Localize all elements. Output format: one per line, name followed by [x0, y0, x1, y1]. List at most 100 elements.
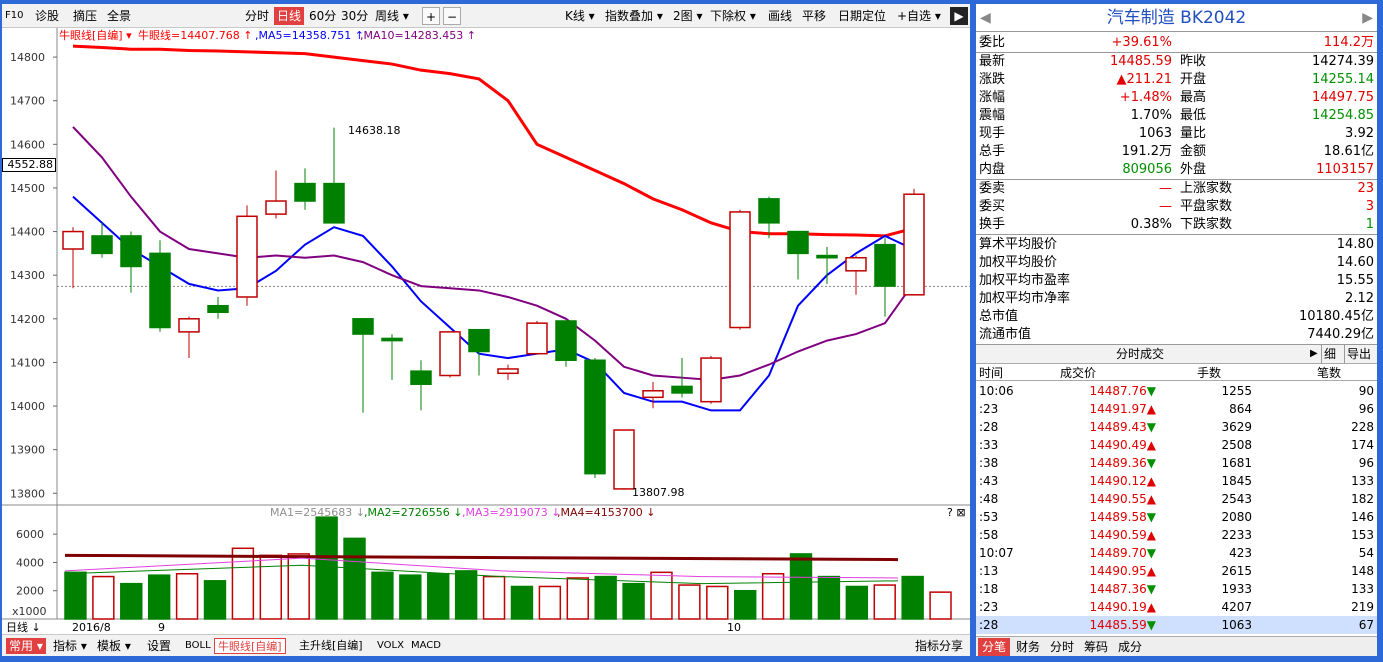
tick-volume: 3629: [1221, 420, 1252, 434]
y-tick-label: 13800: [10, 487, 45, 500]
vol-ma3-label: ,MA3=2919073 ↓: [462, 506, 560, 519]
indicator-dropdown[interactable]: 指标 ▾: [50, 638, 90, 654]
indicator-share-button[interactable]: 指标分享: [912, 638, 966, 654]
niuyan-tab[interactable]: 牛眼线[自编]: [214, 638, 286, 654]
quanjing-button[interactable]: 全景: [104, 7, 134, 25]
volume-bar: [594, 575, 617, 620]
col-volume: 手数: [1197, 366, 1222, 380]
macd-tab[interactable]: MACD: [408, 638, 444, 654]
two-chart-dropdown[interactable]: 2图 ▾: [670, 7, 705, 25]
weibi-volume: 114.2万: [1323, 35, 1374, 50]
index-overlay-dropdown[interactable]: 指数叠加 ▾: [602, 7, 666, 25]
volume-bar: [650, 571, 673, 620]
quote-label: 外盘: [1180, 162, 1207, 177]
y-tick-label: 14500: [10, 182, 45, 195]
period-weekly-dropdown[interactable]: 周线 ▾: [372, 7, 412, 25]
candle-body: [468, 328, 490, 353]
export-button[interactable]: 导出: [1344, 345, 1371, 363]
volume-bar: [929, 591, 952, 620]
volume-bar: [175, 572, 199, 620]
zhusheng-tab[interactable]: 主升线[自编]: [296, 638, 366, 654]
weibi-value: +39.61%: [1111, 35, 1172, 50]
zoom-in-button[interactable]: +: [422, 7, 440, 25]
zoom-out-button[interactable]: −: [443, 7, 461, 25]
detail-button[interactable]: 细: [1321, 345, 1336, 363]
f10-button[interactable]: F10: [2, 7, 26, 25]
quote-value: 1063: [1138, 126, 1172, 141]
breadth-label: 换手: [979, 217, 1006, 232]
pan-button[interactable]: 平移: [799, 7, 829, 25]
vol-help-icon[interactable]: ? ⊠: [947, 506, 966, 519]
period-fenshi-tab[interactable]: 分时: [242, 7, 272, 25]
period-30min-tab[interactable]: 30分: [338, 7, 371, 25]
tick-count: 96: [1358, 402, 1374, 416]
volume-bar: [817, 575, 841, 620]
add-watchlist-dropdown[interactable]: +自选 ▾: [894, 7, 944, 25]
tick-row: :23 14491.97▲ 864 96: [976, 400, 1377, 418]
valuation-row: 加权平均市净率 2.12: [976, 290, 1377, 308]
tick-time: :28: [979, 420, 999, 434]
period-60min-tab[interactable]: 60分: [306, 7, 339, 25]
niuyan-indicator-dropdown[interactable]: 牛眼线[自编] ▾: [59, 28, 132, 42]
tab-fenbi[interactable]: 分笔: [978, 638, 1011, 656]
valuation-value: 14.60: [1336, 255, 1374, 270]
volume-bar: [901, 575, 924, 620]
candle-body: [497, 368, 519, 375]
quote-value: 18.61亿: [1323, 144, 1374, 159]
candle-body: [787, 230, 809, 255]
boll-tab[interactable]: BOLL: [182, 638, 214, 654]
tab-fenshi[interactable]: 分时: [1046, 638, 1078, 656]
quote-label: 涨跌: [979, 72, 1006, 87]
quote-value: 3.92: [1345, 126, 1374, 141]
zhenggu-button[interactable]: 诊股: [32, 7, 62, 25]
kline-dropdown[interactable]: K线 ▾: [562, 7, 598, 25]
y-tick-label: 14700: [10, 95, 45, 108]
next-arrow-icon[interactable]: ▶: [1362, 4, 1373, 32]
breadth-value: 0.38%: [1130, 217, 1172, 232]
quote-value: 1103157: [1316, 162, 1374, 177]
tab-chengfen[interactable]: 成分: [1114, 638, 1146, 656]
tab-chouma[interactable]: 筹码: [1080, 638, 1112, 656]
volx-tab[interactable]: VOLX: [374, 638, 407, 654]
quote-value: 14254.85: [1311, 108, 1374, 123]
ex-rights-dropdown[interactable]: 下除权 ▾: [707, 7, 759, 25]
candle-body: [323, 182, 345, 224]
common-dropdown[interactable]: 常用 ▾: [6, 638, 46, 654]
candle: [526, 320, 548, 355]
volume-bar: [259, 554, 282, 620]
prev-arrow-icon[interactable]: ◀: [980, 4, 991, 32]
valuation-value: 15.55: [1336, 273, 1374, 288]
candle-body: [265, 200, 287, 215]
candle-body: [729, 211, 751, 329]
valuation-value: 7440.29亿: [1307, 327, 1374, 342]
volume-bar: [622, 582, 645, 620]
candle: [294, 168, 316, 210]
tick-count: 219: [1351, 600, 1374, 614]
tick-price: 14487.76▼: [1089, 384, 1157, 398]
breadth-value: 3: [1365, 199, 1374, 214]
zeya-button[interactable]: 摘压: [70, 7, 100, 25]
breadth-row: 换手 0.38% 下跌家数 1: [976, 216, 1377, 234]
period-daily-tab[interactable]: 日线: [274, 7, 305, 25]
tick-price: 14489.43▼: [1089, 420, 1157, 434]
period-label[interactable]: 日线 ↓: [6, 620, 41, 634]
weibi-row: 委比 +39.61% 114.2万: [976, 34, 1377, 52]
play-icon[interactable]: ▶: [1310, 345, 1318, 363]
next-arrow-icon[interactable]: ▶: [950, 7, 968, 25]
volume-bar: [510, 585, 534, 620]
tick-row: :58 14490.59▲ 2233 153: [976, 526, 1377, 544]
valuation-label: 加权平均市净率: [979, 291, 1071, 306]
candle: [700, 355, 722, 404]
tab-caiwu[interactable]: 财务: [1012, 638, 1044, 656]
quote-label: 内盘: [979, 162, 1006, 177]
volume-bar: [761, 572, 785, 620]
kline-chart-area[interactable]: 14800 14700 14600 14500 14400 14300 14200 14100…: [2, 28, 970, 634]
draw-line-button[interactable]: 画线: [765, 7, 795, 25]
candle: [323, 127, 345, 224]
quote-label: 震幅: [979, 108, 1006, 123]
settings-button[interactable]: 设置: [144, 638, 174, 654]
quote-row: 总手 191.2万 金额 18.61亿: [976, 143, 1377, 161]
date-locate-button[interactable]: 日期定位: [835, 7, 889, 25]
candle-body: [149, 252, 171, 329]
template-dropdown[interactable]: 模板 ▾: [94, 638, 134, 654]
